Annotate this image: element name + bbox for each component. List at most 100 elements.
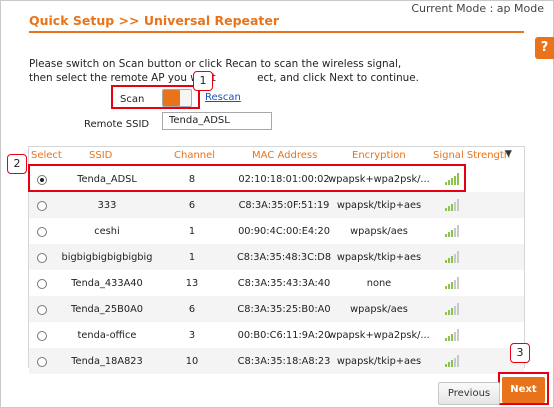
signal-bar [454,306,456,315]
ssid-cell: Tenda_433A40 [71,278,143,289]
table-row[interactable]: Tenda_18A823 10 C8:3A:35:18:A8:23 wpapsk/tk… [29,348,524,374]
encryption-cell: none [366,278,392,289]
select-radio[interactable] [37,253,47,263]
instructions: Please switch on Scan button or click Re… [29,57,499,85]
signal-bar [457,303,459,315]
mac-cell: C8:3A:35:0F:51:19 [238,200,330,211]
encryption-cell: wpapsk/tkip+aes [336,356,422,367]
channel-cell: 1 [188,252,196,263]
remote-ssid-label: Remote SSID [84,119,150,130]
signal-bar [445,208,447,211]
column-header-select: Select [31,150,62,161]
channel-cell: 1 [188,226,196,237]
signal-bar [445,312,447,315]
current-mode-label: Current Mode : ap Mode [411,2,544,15]
title-divider [29,31,524,33]
select-radio[interactable] [37,227,47,237]
signal-strength-icon [445,251,461,263]
sort-down-icon[interactable]: ▼ [505,149,512,159]
instruction-line-1: Please switch on Scan button or click Re… [29,58,402,70]
select-radio[interactable] [37,279,47,289]
signal-bar [445,234,447,237]
signal-bar [451,204,453,211]
encryption-cell: wpapsk/aes [350,226,408,237]
callout-row-highlight [28,164,466,192]
column-header-channel: Channel [174,150,216,161]
column-header-signal[interactable]: Signal Strength [433,150,510,161]
rescan-link[interactable]: Rescan [205,92,241,103]
signal-bar [457,225,459,237]
signal-bar [448,284,450,289]
signal-bar [448,362,450,367]
previous-button[interactable]: Previous [438,382,500,405]
ssid-cell: ceshi [94,226,120,237]
next-button[interactable]: Next [502,377,545,403]
signal-strength-icon [445,355,461,367]
callout-scan-highlight [111,85,200,109]
mac-cell: 00:90:4C:00:E4:20 [238,226,330,237]
channel-cell: 6 [188,200,196,211]
ssid-cell: Tenda_25B0A0 [70,304,144,315]
table-row[interactable]: Tenda_433A40 13 C8:3A:35:43:3A:40 none [29,270,524,296]
table-row[interactable]: tenda-office 3 00:B0:C6:11:9A:20 wpapsk+wpa… [29,322,524,348]
signal-bar [448,258,450,263]
signal-strength-icon [445,329,461,341]
page-title: Quick Setup >> Universal Repeater [29,13,280,28]
signal-bar [454,228,456,237]
table-row[interactable]: Tenda_25B0A0 6 C8:3A:35:25:B0:A0 wpapsk/aes [29,296,524,322]
signal-bar [457,355,459,367]
instruction-line-2: then select the remote AP you want ect, … [29,71,499,85]
signal-bar [454,332,456,341]
signal-bar [445,286,447,289]
signal-bar [448,232,450,237]
signal-bar [451,256,453,263]
help-button[interactable]: ? [535,37,554,59]
encryption-cell: wpapsk/aes [350,304,408,315]
table-row[interactable]: 333 6 C8:3A:35:0F:51:19 wpapsk/tkip+aes [29,192,524,218]
signal-bar [451,230,453,237]
signal-bar [457,251,459,263]
signal-bar [448,310,450,315]
signal-bar [454,358,456,367]
select-radio[interactable] [37,357,47,367]
encryption-cell: wpapsk+wpa2psk/... [328,330,430,341]
ssid-cell: Tenda_18A823 [71,356,143,367]
table-header: Select SSID Channel MAC Address Encrypti… [29,147,524,165]
signal-strength-icon [445,303,461,315]
signal-bar [457,199,459,211]
signal-strength-icon [445,199,461,211]
column-header-mac: MAC Address [252,150,318,161]
signal-strength-icon [445,277,461,289]
table-row[interactable]: bigbigbigbigbigbig 1 C8:3A:35:48:3C:D8 wpap… [29,244,524,270]
signal-bar [451,334,453,341]
signal-bar [451,308,453,315]
signal-bar [445,260,447,263]
signal-bar [448,206,450,211]
select-radio[interactable] [37,331,47,341]
mac-cell: C8:3A:35:18:A8:23 [237,356,331,367]
callout-tag-2: 2 [7,154,27,174]
column-header-encryption: Encryption [352,150,406,161]
ssid-cell: bigbigbigbigbigbig [61,252,153,263]
callout-tag-3: 3 [510,343,530,363]
signal-bar [448,336,450,341]
mac-cell: C8:3A:35:43:3A:40 [237,278,331,289]
signal-bar [445,338,447,341]
signal-bar [451,282,453,289]
mac-cell: C8:3A:35:48:3C:D8 [236,252,332,263]
encryption-cell: wpapsk/tkip+aes [336,252,422,263]
channel-cell: 6 [188,304,196,315]
instruction-line-2-tail: ect, and click Next to continue. [257,72,419,84]
table-row[interactable]: ceshi 1 00:90:4C:00:E4:20 wpapsk/aes [29,218,524,244]
instruction-line-2-head: then select the remote AP you want [29,72,220,84]
select-radio[interactable] [37,305,47,315]
mac-cell: C8:3A:35:25:B0:A0 [237,304,331,315]
channel-cell: 13 [185,278,199,289]
select-radio[interactable] [37,201,47,211]
ssid-cell: tenda-office [77,330,137,341]
signal-bar [451,360,453,367]
remote-ssid-input[interactable] [162,112,272,130]
signal-bar [454,254,456,263]
signal-bar [457,329,459,341]
callout-tag-1: 1 [193,71,213,91]
